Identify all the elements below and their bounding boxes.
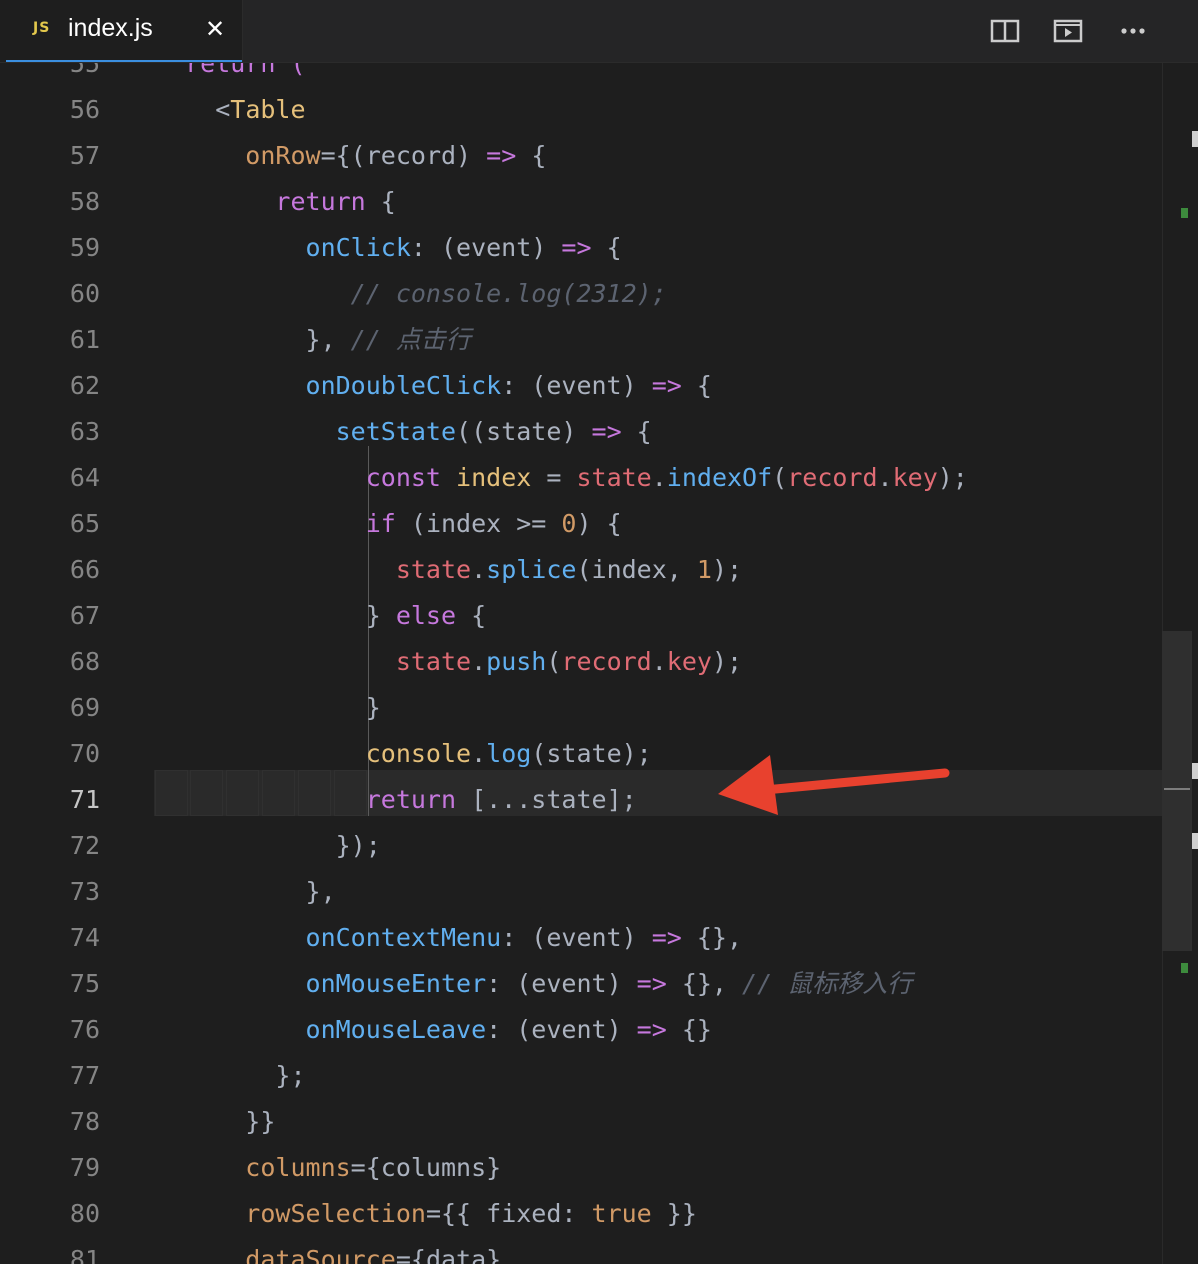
code-editor[interactable]: 55 return (56 <Table 57 onRow={(record) =… [0, 63, 1198, 1264]
more-actions-icon[interactable] [1117, 14, 1151, 48]
editor-actions [978, 0, 1198, 62]
split-editor-icon[interactable] [988, 14, 1022, 48]
tab-label: index.js [68, 14, 153, 42]
red-arrow-annotation [718, 755, 950, 815]
open-preview-icon[interactable] [1051, 14, 1085, 48]
close-icon[interactable]: ✕ [202, 14, 228, 44]
tab-bar: JS index.js ✕ [0, 0, 1198, 63]
tab-index-js[interactable]: JS index.js ✕ [0, 0, 243, 62]
javascript-file-icon: JS [33, 20, 51, 36]
